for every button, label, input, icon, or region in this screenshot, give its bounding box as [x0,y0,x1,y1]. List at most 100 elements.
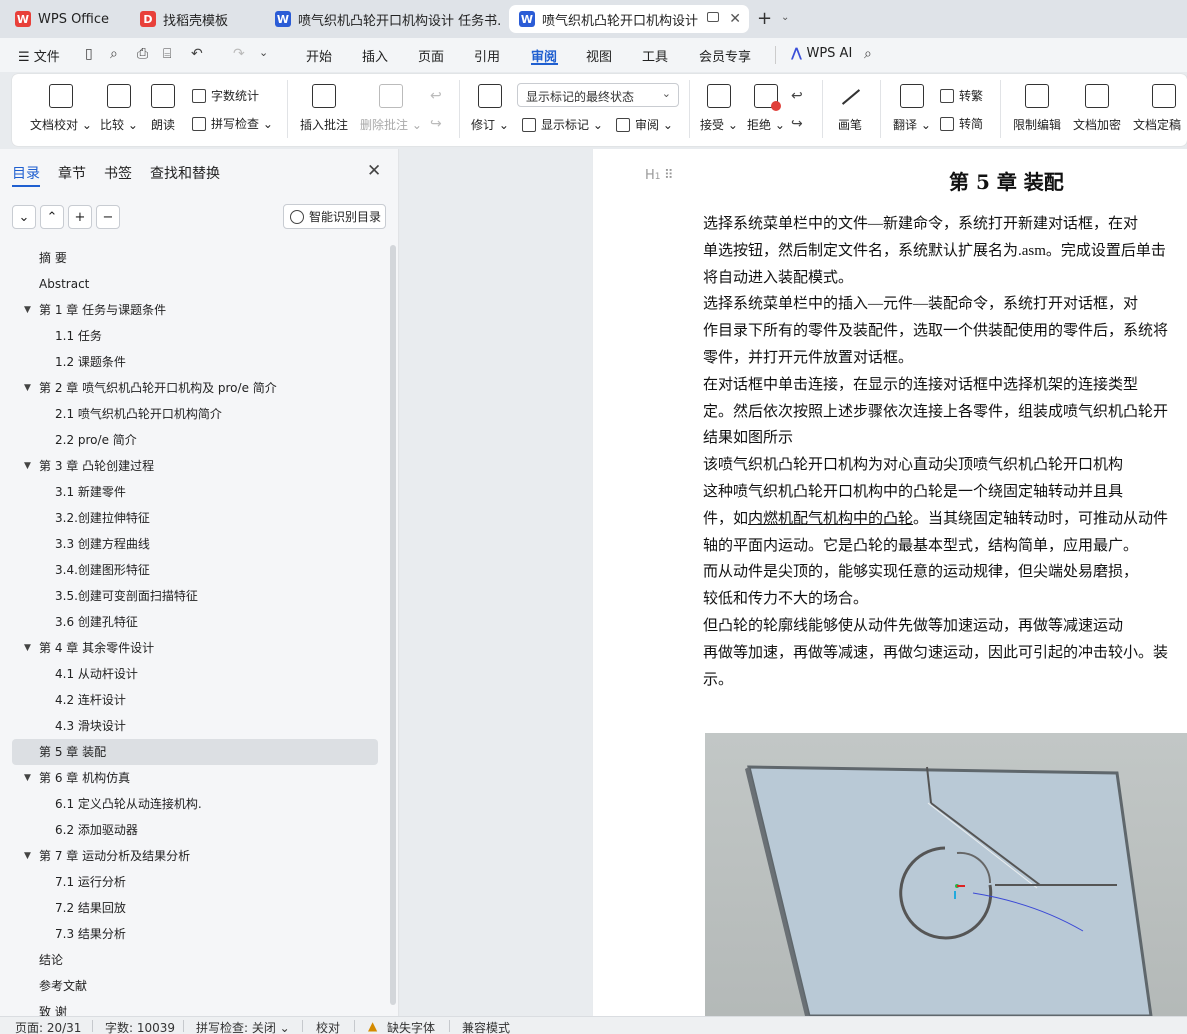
heading-marker-icon[interactable]: H1 [645,168,661,183]
menu-references[interactable]: 引用 [474,46,500,65]
pen-button[interactable]: 画笔 [838,84,862,133]
menu-insert[interactable]: 插入 [362,46,388,65]
toc-item[interactable]: 摘 要 [0,245,390,271]
window-mode-icon[interactable] [707,12,719,22]
toc-item[interactable]: 6.1 定义凸轮从动连接机构. [0,791,390,817]
next-comment-icon[interactable]: ↪ [430,116,442,132]
toc-item[interactable]: 参考文献 [0,973,390,999]
toc-item[interactable]: ▼ 第 7 章 运动分析及结果分析 [0,843,390,869]
toc-item[interactable]: 3.1 新建零件 [0,479,390,505]
tab-current-doc[interactable]: W 喷气织机凸轮开口机构设计 毕 ✕ [509,5,749,33]
page-indicator[interactable]: 页面: 20/31 [15,1019,81,1034]
toc-item[interactable]: 7.1 运行分析 [0,869,390,895]
expand-triangle-icon[interactable]: ▼ [24,297,31,323]
word-count-button[interactable]: 字数统计 [192,87,259,104]
compare-button[interactable]: 比较 ⌄ [100,84,138,133]
toc-item[interactable]: 2.1 喷气织机凸轮开口机构简介 [0,401,390,427]
chevron-down-icon[interactable]: ⌄ [781,12,789,23]
toc-item[interactable]: ▼ 第 3 章 凸轮创建过程 [0,453,390,479]
review-pane-button[interactable]: 审阅 ⌄ [616,116,673,133]
toc-item[interactable]: 7.2 结果回放 [0,895,390,921]
tab-wps-office[interactable]: W WPS Office [5,5,123,33]
expand-triangle-icon[interactable]: ▼ [24,375,31,401]
missing-font-status[interactable]: 缺失字体 [387,1019,435,1034]
spell-check-button[interactable]: 拼写检查 ⌄ [192,115,273,132]
toc-item[interactable]: 3.4.创建图形特征 [0,557,390,583]
toc-item[interactable]: 第 5 章 装配 [12,739,378,765]
new-tab-button[interactable]: + [757,8,772,29]
toc-item[interactable]: 3.5.创建可变剖面扫描特征 [0,583,390,609]
file-menu[interactable]: ☰ 文件 [18,46,60,65]
toc-item[interactable]: 3.2.创建拉伸特征 [0,505,390,531]
translate-button[interactable]: 翻译 ⌄ [893,84,931,133]
markup-state-select[interactable]: 显示标记的最终状态 ⌄ [517,83,679,107]
insert-comment-button[interactable]: 插入批注 [300,84,348,133]
menu-home[interactable]: 开始 [306,46,332,65]
tab-task-doc[interactable]: W 喷气织机凸轮开口机构设计 任务书.dc [265,5,501,33]
expand-triangle-icon[interactable]: ▼ [24,453,31,479]
accept-button[interactable]: 接受 ⌄ [700,84,738,133]
next-change-icon[interactable]: ↪ [791,116,803,132]
toc-item[interactable]: 4.2 连杆设计 [0,687,390,713]
toc-item[interactable]: ▼ 第 4 章 其余零件设计 [0,635,390,661]
toc-item[interactable]: 6.2 添加驱动器 [0,817,390,843]
toc-item[interactable]: 7.3 结果分析 [0,921,390,947]
toc-item[interactable]: ▼ 第 6 章 机构仿真 [0,765,390,791]
tab-toc[interactable]: 目录 [12,163,40,183]
add-heading-button[interactable]: + [68,205,92,229]
chevron-down-icon[interactable]: ⌄ [259,46,268,59]
toc-item[interactable]: 2.2 pro/e 简介 [0,427,390,453]
menu-member[interactable]: 会员专享 [699,46,751,65]
toc-item[interactable]: ▼ 第 1 章 任务与课题条件 [0,297,390,323]
tab-sections[interactable]: 章节 [58,163,86,183]
toc-item[interactable]: 1.2 课题条件 [0,349,390,375]
word-count-status[interactable]: 字数: 10039 [105,1019,175,1034]
toc-item[interactable]: 结论 [0,947,390,973]
wps-ai-button[interactable]: ⋀ WPS AI [791,46,852,61]
menu-view[interactable]: 视图 [586,46,612,65]
print-icon[interactable]: ⎙ [137,46,148,62]
expand-up-button[interactable]: ⌃ [40,205,64,229]
expand-triangle-icon[interactable]: ▼ [24,843,31,869]
toc-item[interactable]: 4.1 从动杆设计 [0,661,390,687]
doc-proofread-button[interactable]: 文档校对 ⌄ [30,84,92,133]
reject-button[interactable]: 拒绝 ⌄ [747,84,785,133]
tab-find-replace[interactable]: 查找和替换 [150,163,220,183]
toc-item[interactable]: 3.6 创建孔特征 [0,609,390,635]
prev-change-icon[interactable]: ↩ [791,88,803,104]
search-icon[interactable]: ⌕ [864,46,872,62]
smart-toc-button[interactable]: 智能识别目录 [283,204,386,229]
redo-icon[interactable]: ↷ [233,46,245,62]
pin-icon[interactable]: ⌕ [110,46,118,62]
expand-triangle-icon[interactable]: ▼ [24,765,31,791]
close-icon[interactable]: ✕ [367,161,381,181]
delete-comment-button[interactable]: 删除批注 ⌄ [360,84,422,133]
menu-tools[interactable]: 工具 [642,46,668,65]
proof-status[interactable]: 校对 [316,1019,340,1034]
toc-item[interactable]: ▼ 第 2 章 喷气织机凸轮开口机构及 pro/e 简介 [0,375,390,401]
doc-finalize-button[interactable]: 文档定稿 ⌄ [1133,84,1187,133]
tab-docer-templates[interactable]: D 找稻壳模板 [130,5,260,33]
tab-bookmarks[interactable]: 书签 [104,163,132,183]
to-traditional-button[interactable]: 转繁 [940,87,983,104]
prev-comment-icon[interactable]: ↩ [430,88,442,104]
drag-handle-icon[interactable]: ⠿ [664,168,673,183]
track-changes-button[interactable]: 修订 ⌄ [471,84,509,133]
print-preview-icon[interactable]: ⌸ [163,46,171,62]
expand-triangle-icon[interactable]: ▼ [24,635,31,661]
to-simplified-button[interactable]: 转简 [940,115,983,132]
undo-icon[interactable]: ↶ [191,46,203,62]
show-markup-button[interactable]: 显示标记 ⌄ [522,116,603,133]
menu-page[interactable]: 页面 [418,46,444,65]
toc-item[interactable]: 1.1 任务 [0,323,390,349]
collapse-all-button[interactable]: ⌄ [12,205,36,229]
toc-item[interactable]: 4.3 滑块设计 [0,713,390,739]
close-tab-icon[interactable]: ✕ [729,11,741,27]
remove-heading-button[interactable]: − [96,205,120,229]
doc-encrypt-button[interactable]: 文档加密 [1073,84,1121,133]
toc-item[interactable]: 3.3 创建方程曲线 [0,531,390,557]
read-aloud-button[interactable]: 朗读 [151,84,175,133]
sidebar-scrollbar[interactable] [390,245,396,1005]
restrict-edit-button[interactable]: 限制编辑 [1013,84,1061,133]
save-icon[interactable]: ▯ [85,46,93,62]
